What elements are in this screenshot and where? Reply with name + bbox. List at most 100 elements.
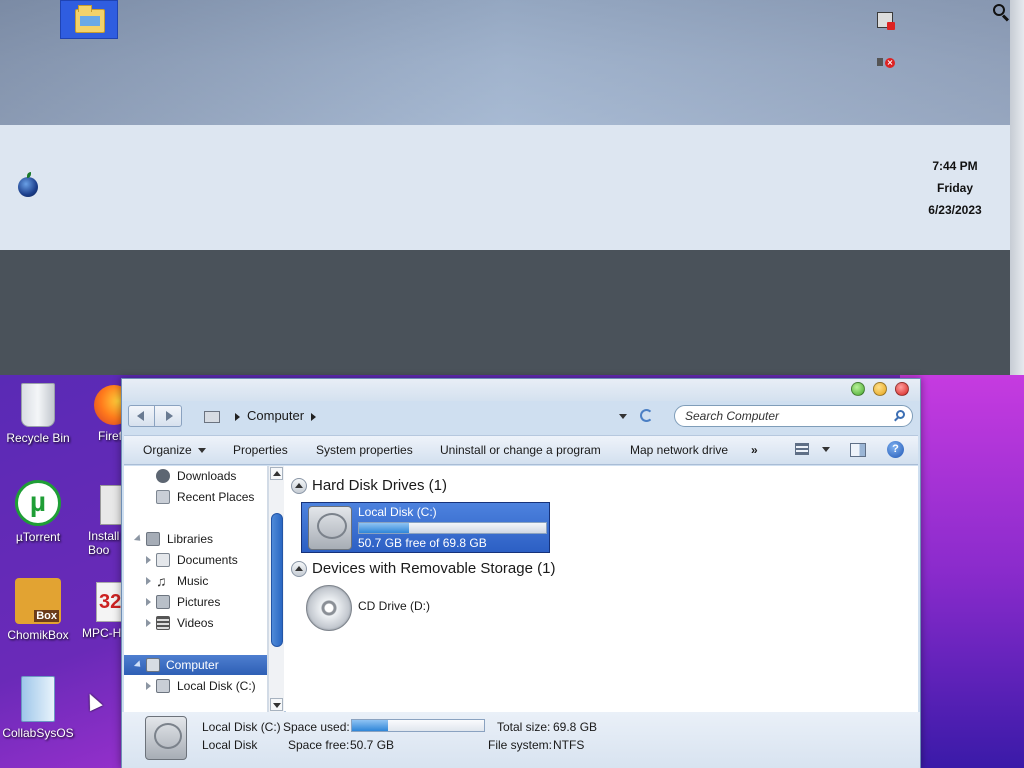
expand-arrow-icon[interactable]: [146, 556, 151, 564]
expand-arrow-icon[interactable]: [146, 619, 151, 627]
map-network-drive-button[interactable]: Map network drive: [630, 436, 728, 464]
search-icon[interactable]: [894, 410, 906, 422]
file-explorer-dock-icon[interactable]: [60, 0, 118, 39]
desktop-icon-label: MPC-H: [82, 626, 122, 640]
drive-name: Local Disk (C:): [358, 505, 437, 519]
expand-arrow-icon[interactable]: [146, 577, 151, 585]
drive-tile-cd-drive-d[interactable]: CD Drive (D:): [304, 585, 504, 635]
breadcrumb-separator-icon[interactable]: [235, 412, 240, 421]
expanded-arrow-icon[interactable]: [133, 534, 144, 544]
volume-muted-icon[interactable]: ×: [877, 55, 895, 69]
chevron-down-icon: [197, 448, 206, 454]
space-used-bar: [351, 719, 485, 732]
folder-icon: [75, 5, 105, 33]
details-drive-type: Local Disk: [202, 738, 258, 752]
nav-item-documents[interactable]: Documents: [124, 550, 267, 570]
desktop-icon-collabsysos[interactable]: CollabSysOS: [0, 676, 78, 740]
preview-pane-button[interactable]: [850, 443, 866, 457]
close-button[interactable]: [895, 382, 909, 396]
desktop-icon-installer[interactable]: Install Boo: [84, 485, 125, 557]
nav-scrollbar[interactable]: [268, 466, 284, 712]
scroll-up-button[interactable]: [270, 467, 283, 480]
desktop-icon-chomikbox[interactable]: Box ChomikBox: [0, 578, 78, 642]
expanded-arrow-icon[interactable]: [133, 660, 144, 670]
window-titlebar[interactable]: [122, 379, 920, 401]
desktop-icon-label: Firef: [98, 429, 122, 443]
help-button[interactable]: ?: [887, 441, 904, 458]
music-note-icon: ♫: [156, 573, 167, 589]
more-commands-button[interactable]: »: [751, 436, 758, 464]
right-edge-strip: [1010, 0, 1024, 375]
scroll-down-button[interactable]: [270, 698, 283, 711]
desktop-icon-recycle-bin[interactable]: Recycle Bin: [0, 383, 78, 445]
total-size-value: 69.8 GB: [553, 720, 598, 734]
network-disconnected-icon[interactable]: [877, 12, 895, 30]
uninstall-program-button[interactable]: Uninstall or change a program: [440, 436, 601, 464]
nav-item-videos[interactable]: Videos: [124, 613, 267, 633]
expand-arrow-icon[interactable]: [146, 598, 151, 606]
space-free-label: Space free:: [288, 738, 350, 752]
desktop-icon-label: µTorrent: [15, 530, 61, 544]
details-drive-name: Local Disk (C:): [202, 720, 281, 734]
breadcrumb[interactable]: Computer: [204, 406, 323, 426]
system-clock[interactable]: 7:44 PM Friday 6/23/2023: [910, 155, 1000, 221]
nav-item-music[interactable]: ♫ Music: [124, 571, 267, 591]
clock-time: 7:44 PM: [932, 159, 978, 173]
command-toolbar: Organize Properties System properties Un…: [124, 435, 918, 465]
nav-item-pictures[interactable]: Pictures: [124, 592, 267, 612]
breadcrumb-computer[interactable]: Computer: [247, 408, 304, 423]
clock-day: Friday: [936, 181, 973, 195]
cd-disc-icon: [306, 585, 352, 631]
drive-name: CD Drive (D:): [358, 599, 430, 613]
chevron-down-icon: [822, 447, 830, 452]
collapse-group-icon[interactable]: [291, 561, 307, 577]
chomikbox-icon: Box: [15, 578, 61, 624]
apple-menu-icon[interactable]: [18, 172, 38, 197]
drive-usage-fill: [359, 523, 410, 533]
file-system-label: File system:: [488, 738, 553, 752]
nav-item-downloads[interactable]: Downloads: [124, 466, 267, 486]
refresh-button[interactable]: [639, 408, 655, 424]
refresh-icon: [640, 409, 653, 422]
expand-arrow-icon[interactable]: [146, 682, 151, 690]
change-view-button[interactable]: [795, 443, 831, 457]
videos-icon: [156, 616, 170, 630]
nav-item-recent-places[interactable]: Recent Places: [124, 487, 267, 507]
back-button[interactable]: [129, 406, 155, 426]
drive-tile-local-disk-c[interactable]: Local Disk (C:) 50.7 GB free of 69.8 GB: [301, 502, 550, 553]
hard-drive-icon: [308, 506, 352, 550]
zoom-button[interactable]: [851, 382, 865, 396]
desktop-icon-label: Recycle Bin: [6, 431, 70, 445]
dock-background: [0, 0, 1010, 125]
properties-button[interactable]: Properties: [233, 436, 288, 464]
scroll-thumb[interactable]: [271, 513, 283, 647]
desktop-icon-mpc-hc[interactable]: 32 MPC-H: [80, 582, 125, 640]
forward-button[interactable]: [156, 406, 182, 426]
forward-arrow-icon: [166, 411, 173, 421]
navigation-pane: Downloads Recent Places Libraries Docume…: [124, 466, 268, 712]
utorrent-icon: µ: [15, 480, 61, 526]
address-history-dropdown[interactable]: [619, 414, 627, 419]
hard-drive-icon: [156, 679, 170, 693]
organize-button[interactable]: Organize: [143, 436, 206, 464]
libraries-icon: [146, 532, 160, 546]
system-properties-button[interactable]: System properties: [316, 436, 413, 464]
desktop-icon-utorrent[interactable]: µ µTorrent: [0, 480, 78, 544]
search-icon[interactable]: [993, 4, 1010, 22]
minimize-button[interactable]: [873, 382, 887, 396]
collabsysos-folder-icon: [21, 676, 55, 722]
search-box[interactable]: [674, 405, 913, 427]
desktop-icon-label-line2: Boo: [88, 543, 110, 557]
search-input[interactable]: [685, 407, 885, 425]
desktop-icon-label: ChomikBox: [7, 628, 69, 642]
nav-item-libraries[interactable]: Libraries: [124, 529, 267, 549]
desktop-icon-firefox[interactable]: Firef: [80, 385, 125, 443]
address-row: Computer: [122, 401, 920, 431]
dark-band: [0, 250, 1010, 375]
collapse-group-icon[interactable]: [291, 478, 307, 494]
breadcrumb-separator-icon[interactable]: [311, 412, 317, 421]
computer-icon: [146, 658, 160, 672]
nav-item-local-disk[interactable]: Local Disk (C:): [124, 676, 267, 696]
computer-icon: [204, 410, 220, 423]
nav-item-computer[interactable]: Computer: [124, 655, 267, 675]
